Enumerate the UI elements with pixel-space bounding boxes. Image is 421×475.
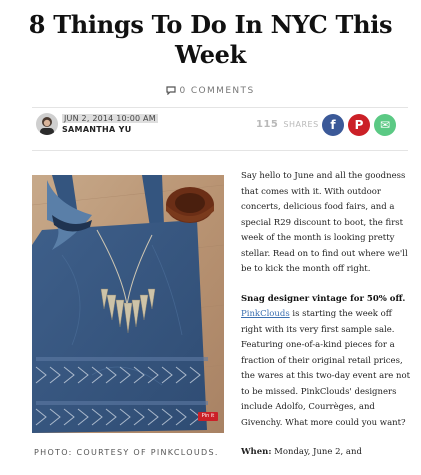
email-share-button[interactable]: ✉	[374, 114, 396, 136]
comments-link[interactable]: 0 COMMENTS	[0, 86, 421, 98]
email-icon: ✉	[379, 118, 391, 132]
section-text: is starting the week off right with its …	[241, 309, 410, 428]
facebook-share-button[interactable]: f	[322, 114, 344, 136]
when-line: When: Monday, June 2, and	[241, 445, 411, 461]
when-text: Monday, June 2, and	[271, 447, 362, 457]
comment-icon	[166, 86, 177, 98]
share-count-label: SHARES	[283, 120, 319, 129]
pinterest-share-button[interactable]: P	[348, 114, 370, 136]
intro-paragraph: Say hello to June and all the goodness t…	[241, 171, 408, 274]
author-name[interactable]: SAMANTHA YU	[62, 125, 132, 134]
divider	[32, 107, 408, 108]
article-photo: Pin it	[32, 175, 224, 433]
facebook-icon: f	[330, 118, 336, 132]
when-label: When:	[241, 447, 272, 457]
article-title: 8 Things To Do In NYC This Week	[28, 10, 393, 69]
divider	[32, 150, 408, 151]
share-count: 115 SHARES	[256, 119, 319, 130]
section-heading: Snag designer vintage for 50% off.	[241, 293, 406, 304]
publish-date: JUN 2, 2014 10:00 AM	[62, 114, 158, 123]
pinterest-icon: P	[354, 118, 364, 132]
pin-it-button[interactable]: Pin it	[198, 412, 218, 421]
avatar[interactable]	[36, 113, 58, 135]
share-count-number: 115	[256, 119, 279, 130]
article-body: Say hello to June and all the goodness t…	[241, 169, 411, 475]
photo-caption: PHOTO: COURTESY OF PINKCLOUDS.	[34, 448, 219, 457]
comments-count: 0 COMMENTS	[179, 86, 255, 96]
section-paragraph: PinkClouds is starting the week off righ…	[241, 307, 411, 431]
pinkclouds-link[interactable]: PinkClouds	[241, 309, 290, 319]
